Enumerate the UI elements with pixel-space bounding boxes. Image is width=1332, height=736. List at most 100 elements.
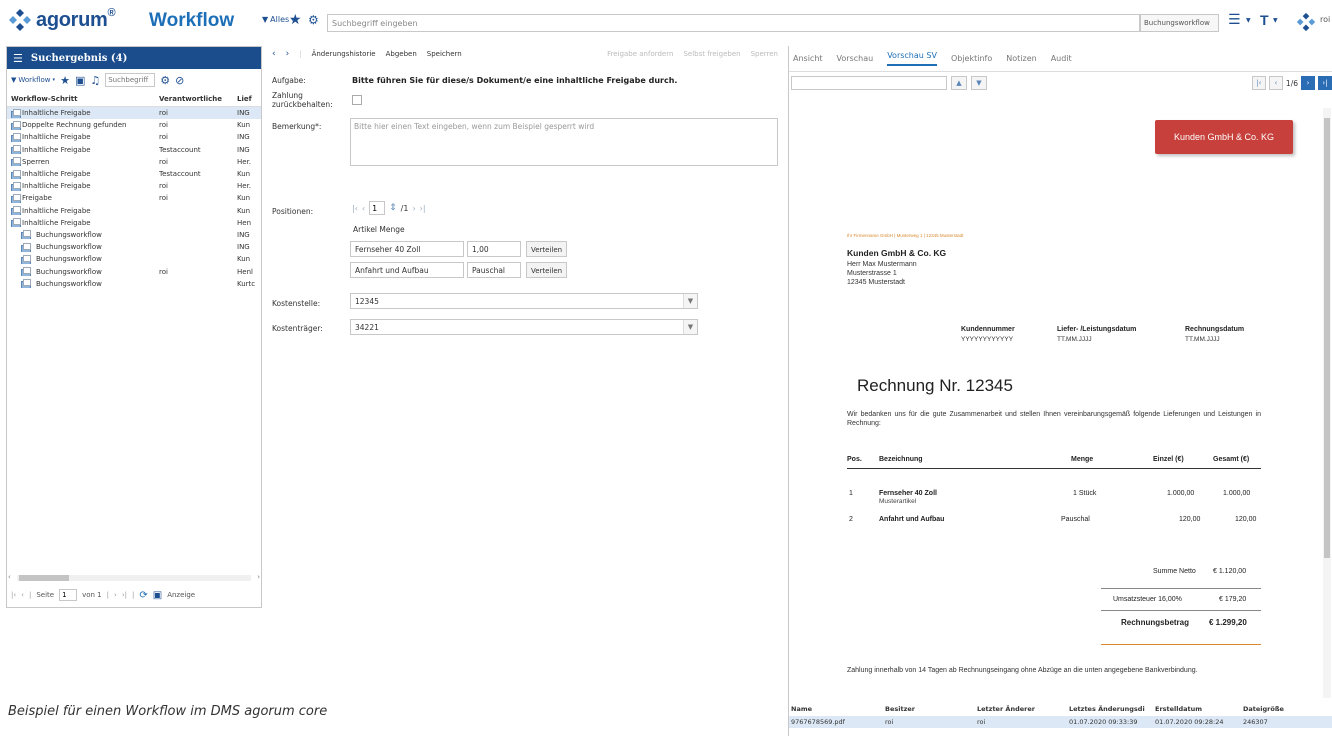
column-header-last-editor[interactable]: Letzter Änderer bbox=[975, 705, 1067, 713]
search-input[interactable] bbox=[327, 14, 1140, 32]
spinner-icon[interactable]: ⇕ bbox=[389, 203, 397, 213]
vertical-scrollbar[interactable] bbox=[1323, 108, 1331, 698]
column-header-size[interactable]: Dateigröße bbox=[1241, 705, 1301, 713]
workflow-document-icon bbox=[21, 279, 31, 289]
refresh-icon[interactable]: ⟳ bbox=[139, 590, 147, 601]
request-approval-button[interactable]: Freigabe anfordern bbox=[607, 50, 673, 58]
table-row[interactable]: Buchungsworkflow ING bbox=[7, 229, 261, 241]
table-row[interactable]: Inhaltliche Freigabe Kun bbox=[7, 205, 261, 217]
last-page-icon[interactable]: ›| bbox=[122, 591, 127, 599]
save-icon[interactable]: ▣ bbox=[153, 590, 162, 601]
table-row[interactable]: 9767678569.pdf roi roi 01.07.2020 09:33:… bbox=[789, 716, 1332, 728]
star-icon[interactable]: ★ bbox=[60, 74, 70, 87]
first-page-icon[interactable]: |‹ bbox=[1251, 76, 1266, 90]
vat-label: Umsatzsteuer 16,00% bbox=[1113, 596, 1182, 603]
gear-icon[interactable]: ⚙ bbox=[160, 74, 170, 87]
text-size-icon[interactable]: T bbox=[1260, 12, 1269, 28]
next-page-icon[interactable]: › bbox=[114, 591, 117, 599]
article-input[interactable]: Anfahrt und Aufbau bbox=[350, 262, 464, 278]
user-logo-icon[interactable] bbox=[1296, 12, 1316, 32]
horizontal-scrollbar[interactable]: ‹ › bbox=[7, 573, 261, 583]
table-row[interactable]: Inhaltliche Freigabe roi ING bbox=[7, 107, 261, 120]
table-row[interactable]: Buchungsworkflow Kurtc bbox=[7, 278, 261, 290]
next-page-icon[interactable]: › bbox=[1301, 76, 1315, 90]
cost-unit-combo[interactable]: 34221 ▼ bbox=[350, 319, 698, 335]
last-position-icon[interactable]: ›| bbox=[420, 204, 426, 213]
column-header-name[interactable]: Name bbox=[789, 705, 883, 713]
table-row[interactable]: Sperren roi Her. bbox=[7, 156, 261, 168]
table-row[interactable]: Freigabe roi Kun bbox=[7, 192, 261, 204]
cancel-icon[interactable]: ⊘ bbox=[175, 74, 184, 87]
prev-page-icon[interactable]: ‹ bbox=[1268, 76, 1283, 90]
submit-button[interactable]: Abgeben bbox=[386, 50, 417, 58]
chevron-down-icon[interactable]: ▼ bbox=[971, 76, 987, 90]
quantity-input[interactable]: Pauschal bbox=[467, 262, 521, 278]
back-icon[interactable]: ‹ bbox=[272, 49, 276, 59]
table-row[interactable]: Inhaltliche Freigabe Hen bbox=[7, 217, 261, 229]
lock-button[interactable]: Sperren bbox=[751, 50, 778, 58]
preview-search-input[interactable] bbox=[791, 76, 947, 90]
panel-search-input[interactable] bbox=[105, 73, 156, 87]
next-position-icon[interactable]: › bbox=[412, 204, 415, 213]
menu-icon[interactable]: ☰ bbox=[13, 52, 23, 65]
remark-textarea[interactable]: Bitte hier einen Text eingeben, wenn zum… bbox=[350, 118, 778, 166]
menu-icon[interactable]: ☰ bbox=[1228, 12, 1241, 28]
save-icon[interactable]: ▣ bbox=[75, 74, 85, 87]
column-header-created[interactable]: Erstelldatum bbox=[1153, 705, 1241, 713]
table-row[interactable]: Inhaltliche Freigabe roi Her. bbox=[7, 180, 261, 192]
document-preview[interactable]: Kunden GmbH & Co. KG Ihr Firmenname GmbH… bbox=[791, 108, 1321, 698]
chevron-down-icon[interactable]: ▼ bbox=[683, 320, 697, 334]
article-input[interactable]: Fernseher 40 Zoll bbox=[350, 241, 464, 257]
page-number-input[interactable] bbox=[59, 589, 78, 601]
chevron-up-icon[interactable]: ▲ bbox=[951, 76, 967, 90]
first-position-icon[interactable]: |‹ bbox=[352, 204, 358, 213]
tab-notes[interactable]: Notizen bbox=[1006, 54, 1036, 63]
column-header-step[interactable]: Workflow-Schritt bbox=[11, 95, 159, 103]
last-page-icon[interactable]: ›| bbox=[1318, 76, 1332, 90]
tab-audit[interactable]: Audit bbox=[1051, 54, 1072, 63]
file-name: 9767678569.pdf bbox=[791, 718, 845, 726]
workflow-filter-dropdown[interactable]: ▼ Workflow ▾ bbox=[11, 76, 55, 84]
payment-hold-checkbox[interactable] bbox=[352, 95, 362, 105]
table-row[interactable]: Doppelte Rechnung gefunden roi Kun bbox=[7, 119, 261, 131]
cost-center-combo[interactable]: 12345 ▼ bbox=[350, 293, 698, 309]
prev-page-icon[interactable]: ‹ bbox=[21, 591, 24, 599]
forward-icon[interactable]: › bbox=[286, 49, 290, 59]
chevron-down-icon[interactable]: ▼ bbox=[683, 294, 697, 308]
distribute-button[interactable]: Verteilen bbox=[526, 241, 568, 257]
bell-icon[interactable]: ♫ bbox=[90, 74, 100, 87]
position-number-input[interactable] bbox=[369, 201, 386, 215]
row-supplier: Her. bbox=[237, 157, 252, 166]
save-button[interactable]: Speichern bbox=[427, 50, 462, 58]
scroll-left-icon[interactable]: ‹ bbox=[8, 573, 11, 581]
self-approve-button[interactable]: Selbst freigeben bbox=[683, 50, 740, 58]
star-icon[interactable]: ★ bbox=[289, 12, 302, 28]
column-header-supplier[interactable]: Lief bbox=[237, 95, 257, 103]
table-row[interactable]: Buchungsworkflow Kun bbox=[7, 253, 261, 265]
scroll-right-icon[interactable]: › bbox=[257, 573, 260, 581]
first-page-icon[interactable]: |‹ bbox=[11, 591, 16, 599]
prev-position-icon[interactable]: ‹ bbox=[362, 204, 365, 213]
user-name[interactable]: roi bbox=[1320, 15, 1330, 24]
tab-object-info[interactable]: Objektinfo bbox=[951, 54, 992, 63]
tab-preview[interactable]: Vorschau bbox=[837, 54, 874, 63]
quantity-input[interactable]: 1,00 bbox=[467, 241, 521, 257]
column-header-owner[interactable]: Besitzer bbox=[883, 705, 975, 713]
distribute-button[interactable]: Verteilen bbox=[526, 262, 568, 278]
table-row[interactable]: Inhaltliche Freigabe Testaccount Kun bbox=[7, 168, 261, 180]
scroll-thumb[interactable] bbox=[1324, 118, 1330, 558]
scroll-thumb[interactable] bbox=[19, 575, 69, 581]
file-owner: roi bbox=[885, 718, 894, 726]
tab-preview-sv[interactable]: Vorschau SV bbox=[887, 51, 937, 66]
tab-view[interactable]: Ansicht bbox=[793, 54, 823, 63]
history-button[interactable]: Änderungshistorie bbox=[312, 50, 376, 58]
column-header-last-modified[interactable]: Letztes Änderungsdi bbox=[1067, 705, 1153, 713]
column-header-responsible[interactable]: Verantwortliche bbox=[159, 95, 237, 103]
table-row[interactable]: Inhaltliche Freigabe Testaccount ING bbox=[7, 144, 261, 156]
table-row[interactable]: Buchungsworkflow roi Henl bbox=[7, 265, 261, 277]
table-row[interactable]: Inhaltliche Freigabe roi ING bbox=[7, 131, 261, 143]
table-row[interactable]: Buchungsworkflow ING bbox=[7, 241, 261, 253]
workflow-select[interactable]: Buchungsworkflow bbox=[1140, 14, 1219, 32]
agorum-logo[interactable]: agorum® bbox=[8, 7, 116, 32]
gear-icon[interactable]: ⚙ bbox=[308, 13, 319, 27]
